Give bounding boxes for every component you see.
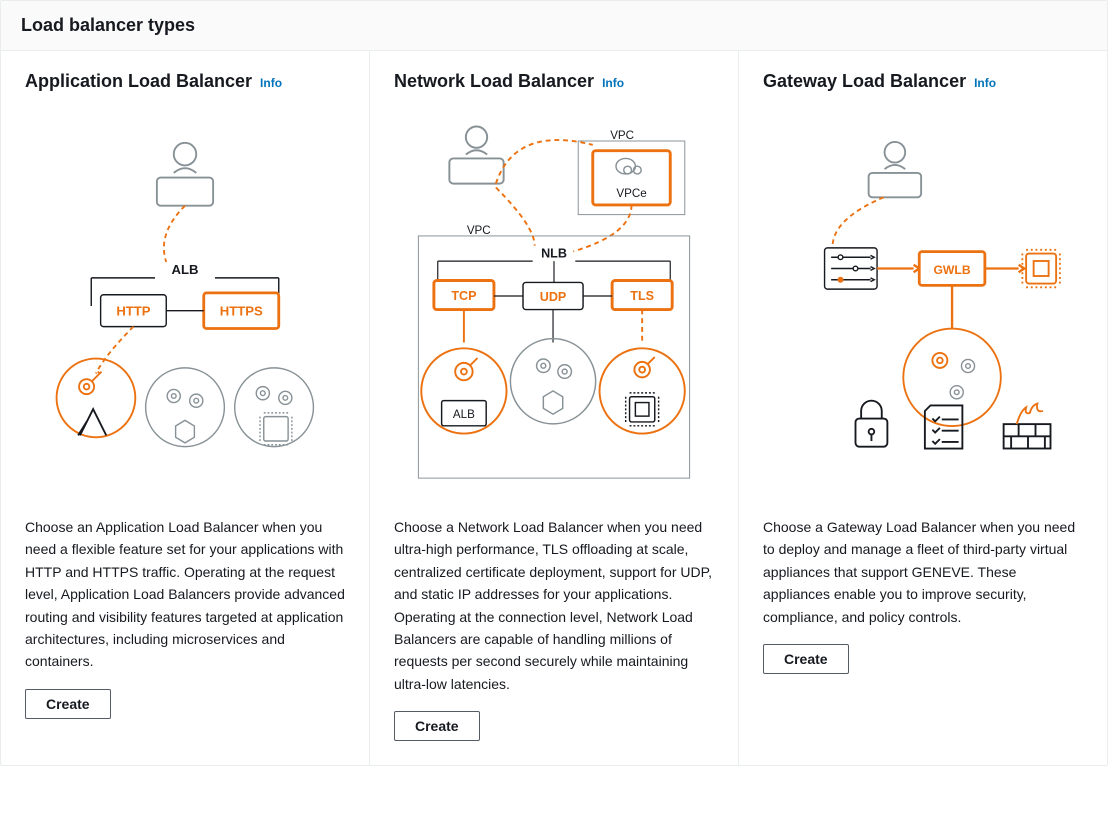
cards-row: Application Load Balancer Info ALB [1, 51, 1107, 765]
http-label: HTTP [116, 303, 150, 318]
alb-info-link[interactable]: Info [260, 76, 282, 90]
alb-title: Application Load Balancer [25, 71, 252, 92]
alb-label: ALB [172, 262, 199, 277]
nlb-create-button[interactable]: Create [394, 711, 480, 741]
panel-header: Load balancer types [1, 1, 1107, 51]
gwlb-desc: Choose a Gateway Load Balancer when you … [763, 516, 1083, 628]
alb-diagram: ALB HTTP HTTPS [25, 104, 345, 504]
svg-text:GWLB: GWLB [933, 263, 970, 277]
nlb-info-link[interactable]: Info [602, 76, 624, 90]
svg-text:NLB: NLB [541, 247, 567, 261]
nlb-desc: Choose a Network Load Balancer when you … [394, 516, 714, 695]
gwlb-create-button[interactable]: Create [763, 644, 849, 674]
svg-text:ALB: ALB [453, 408, 475, 421]
gwlb-diagram: GWLB [763, 104, 1083, 504]
card-alb: Application Load Balancer Info ALB [1, 51, 370, 765]
alb-create-button[interactable]: Create [25, 689, 111, 719]
svg-text:UDP: UDP [540, 290, 567, 304]
https-label: HTTPS [220, 303, 263, 318]
nlb-title: Network Load Balancer [394, 71, 594, 92]
svg-text:TCP: TCP [451, 289, 476, 303]
svg-text:VPCe: VPCe [616, 187, 646, 200]
card-nlb: Network Load Balancer Info VPC [370, 51, 739, 765]
card-gwlb: Gateway Load Balancer Info [739, 51, 1107, 765]
gwlb-info-link[interactable]: Info [974, 76, 996, 90]
lb-types-panel: Load balancer types Application Load Bal… [0, 0, 1108, 766]
page-title: Load balancer types [21, 15, 1087, 36]
svg-text:TLS: TLS [630, 289, 654, 303]
svg-text:VPC: VPC [610, 129, 634, 142]
nlb-diagram: VPC VPCe VPC NLB [394, 104, 714, 504]
gwlb-title: Gateway Load Balancer [763, 71, 966, 92]
alb-desc: Choose an Application Load Balancer when… [25, 516, 345, 673]
svg-text:VPC: VPC [467, 224, 491, 237]
